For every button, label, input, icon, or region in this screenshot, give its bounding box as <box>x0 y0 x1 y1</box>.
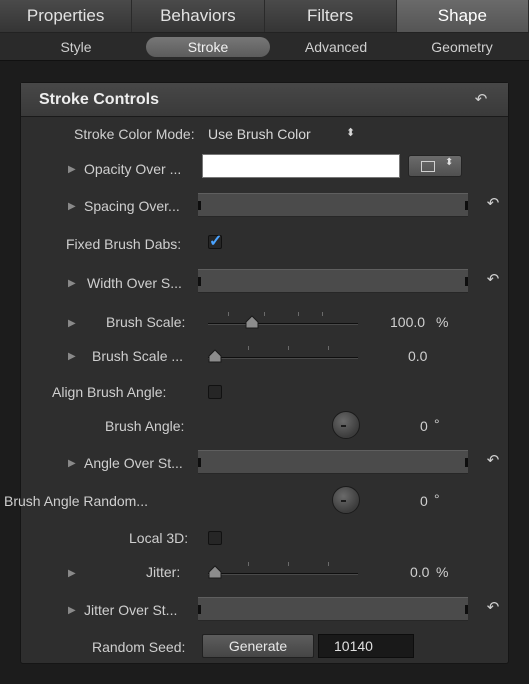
inspector-tab-bar: Properties Behaviors Filters Shape <box>0 0 529 33</box>
disclosure-triangle-icon[interactable]: ▶ <box>68 164 76 175</box>
reset-icon[interactable]: ↶ <box>485 196 501 212</box>
slider-ticks <box>208 346 358 350</box>
tab-shape[interactable]: Shape <box>396 0 529 32</box>
random-seed-field[interactable]: 10140 <box>318 634 414 658</box>
reset-icon[interactable]: ↶ <box>485 600 501 616</box>
stroke-color-mode-value: Use Brush Color <box>208 126 311 142</box>
disclosure-triangle-icon[interactable]: ▶ <box>68 201 76 212</box>
disclosure-triangle-icon[interactable]: ▶ <box>68 568 76 579</box>
width-over-label: Width Over S... <box>87 275 182 291</box>
subtab-stroke[interactable]: Stroke <box>146 37 270 57</box>
fixed-brush-dabs-checkbox[interactable]: ✓ <box>208 234 222 250</box>
slider-track <box>208 323 358 325</box>
jitter-label: Jitter: <box>146 564 181 580</box>
stroke-color-mode-label: Stroke Color Mode: <box>74 126 195 142</box>
slider-ticks <box>208 312 358 316</box>
slider-ticks <box>208 562 358 566</box>
random-seed-label: Random Seed: <box>92 639 186 655</box>
spacing-over-label: Spacing Over... <box>84 198 180 214</box>
disclosure-triangle-icon[interactable]: ▶ <box>68 278 76 289</box>
opacity-color-swatch[interactable] <box>202 154 400 178</box>
tab-behaviors[interactable]: Behaviors <box>132 0 265 32</box>
align-brush-angle-checkbox[interactable] <box>208 385 222 399</box>
brush-angle-random-value[interactable]: 0 <box>420 493 428 509</box>
local-3d-checkbox[interactable] <box>208 531 222 545</box>
popup-arrows-icon: ⬍ <box>346 127 356 139</box>
disclosure-triangle-icon[interactable]: ▶ <box>68 318 76 329</box>
angle-over-label: Angle Over St... <box>84 455 183 471</box>
opacity-over-label: Opacity Over ... <box>84 161 182 177</box>
brush-angle-label: Brush Angle: <box>105 418 185 434</box>
slider-thumb[interactable] <box>208 349 222 363</box>
local-3d-label: Local 3D: <box>129 530 189 546</box>
brush-scale-label: Brush Scale: <box>106 314 186 330</box>
generate-button[interactable]: Generate <box>202 634 314 658</box>
shape-sub-tab-bar: Style Stroke Advanced Geometry <box>0 33 529 61</box>
brush-angle-value[interactable]: 0 <box>420 418 428 434</box>
brush-scale-slider[interactable] <box>208 308 358 334</box>
jitter-unit: % <box>436 564 449 580</box>
angle-over-curve[interactable] <box>198 450 468 474</box>
slider-thumb[interactable] <box>208 565 222 579</box>
brush-angle-random-unit: ° <box>434 491 440 507</box>
gradient-preset-popup[interactable]: ⬍ <box>408 155 462 177</box>
subtab-advanced[interactable]: Advanced <box>274 37 398 57</box>
reset-icon[interactable]: ↶ <box>485 453 501 469</box>
reset-icon[interactable]: ↶ <box>473 92 489 108</box>
brush-scale-rand-slider[interactable] <box>208 342 358 368</box>
subtab-style[interactable]: Style <box>14 37 138 57</box>
panel-title: Stroke Controls <box>39 91 160 108</box>
width-over-curve[interactable] <box>198 269 468 293</box>
disclosure-triangle-icon[interactable]: ▶ <box>68 351 76 362</box>
brush-angle-random-dial[interactable] <box>332 486 360 514</box>
brush-angle-dial[interactable] <box>332 411 360 439</box>
brush-angle-unit: ° <box>434 416 440 432</box>
disclosure-triangle-icon[interactable]: ▶ <box>68 458 76 469</box>
jitter-over-curve[interactable] <box>198 597 468 621</box>
brush-scale-unit: % <box>436 314 449 330</box>
gradient-preset-icon <box>421 161 435 172</box>
subtab-geometry[interactable]: Geometry <box>400 37 524 57</box>
reset-icon[interactable]: ↶ <box>485 272 501 288</box>
disclosure-triangle-icon[interactable]: ▶ <box>68 605 76 616</box>
tab-properties[interactable]: Properties <box>0 0 133 32</box>
stroke-color-mode-popup[interactable]: Use Brush Color ⬍ <box>208 124 368 146</box>
slider-track <box>208 573 358 575</box>
spacing-over-curve[interactable] <box>198 193 468 217</box>
brush-scale-value[interactable]: 100.0 <box>390 314 425 330</box>
align-brush-angle-label: Align Brush Angle: <box>52 384 167 400</box>
brush-scale-rand-value[interactable]: 0.0 <box>408 348 427 364</box>
slider-thumb[interactable] <box>245 315 259 329</box>
brush-angle-random-label: Brush Angle Random... <box>4 493 148 509</box>
jitter-over-label: Jitter Over St... <box>84 602 178 618</box>
popup-arrows-icon: ⬍ <box>445 157 454 168</box>
panel-header: Stroke Controls ↶ <box>21 83 508 117</box>
tab-filters[interactable]: Filters <box>265 0 397 32</box>
brush-scale-rand-label: Brush Scale ... <box>92 348 184 364</box>
slider-track <box>208 357 358 359</box>
jitter-value[interactable]: 0.0 <box>410 564 429 580</box>
fixed-brush-dabs-label: Fixed Brush Dabs: <box>66 236 182 252</box>
jitter-slider[interactable] <box>208 558 358 584</box>
